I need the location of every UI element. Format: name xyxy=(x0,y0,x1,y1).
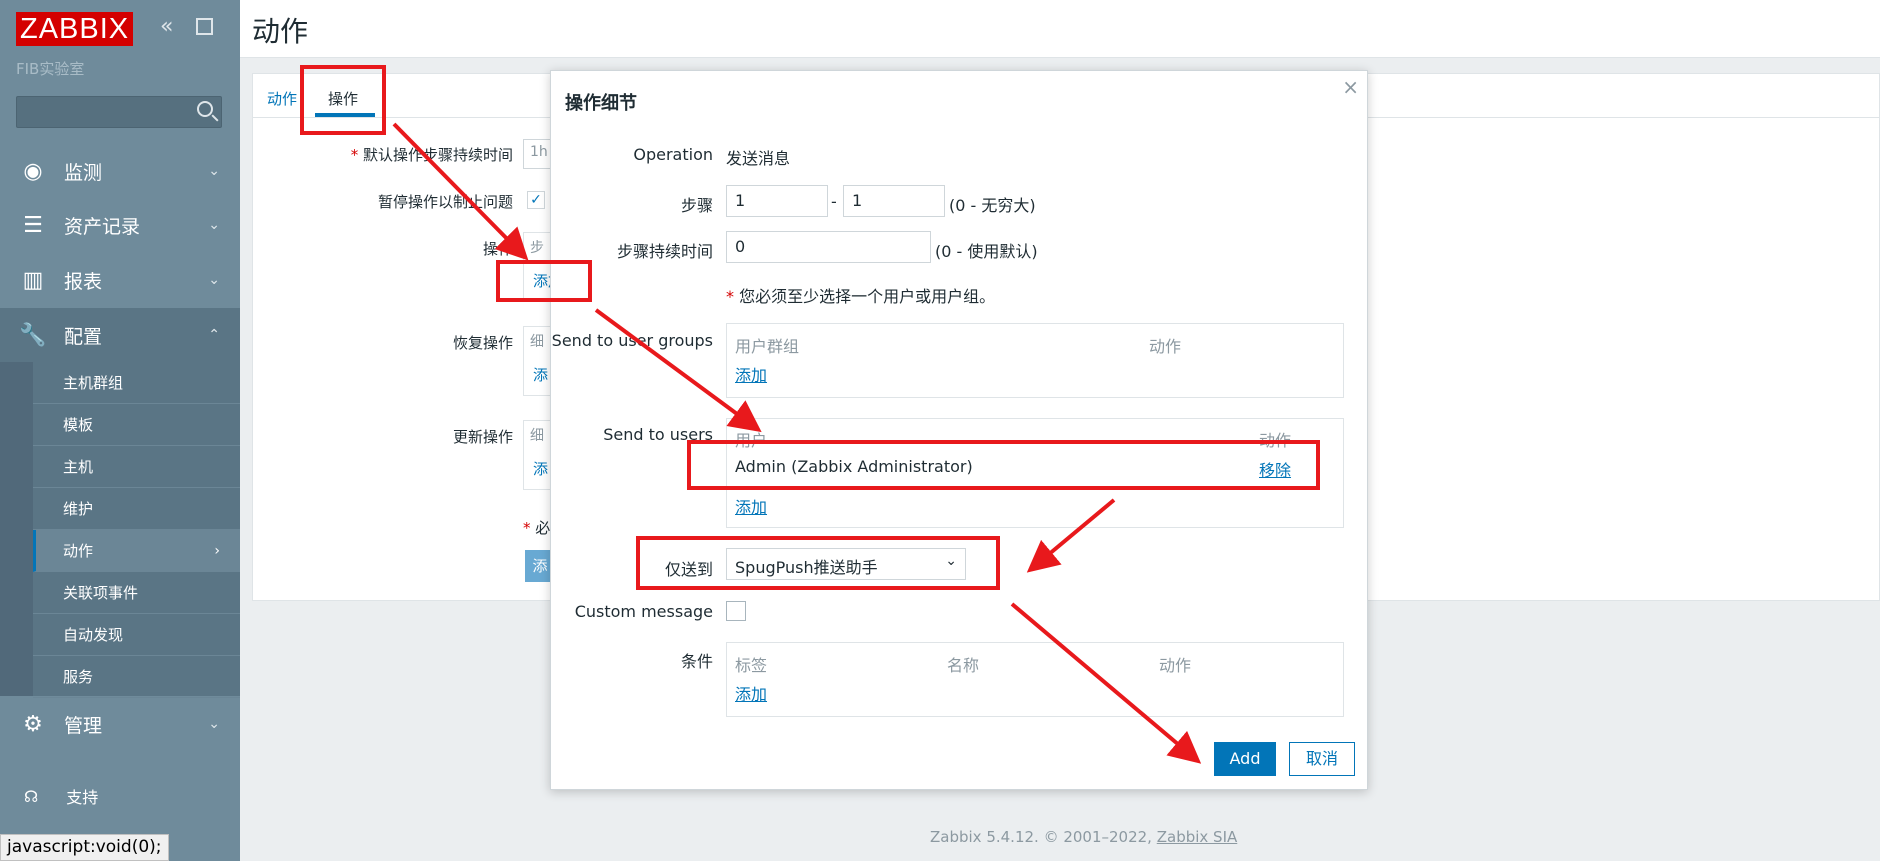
zabbix-logo[interactable]: ZABBIX xyxy=(16,12,134,46)
menu-label: 监测 xyxy=(64,161,103,184)
chevron-down-icon: ⌄ xyxy=(208,272,220,288)
recovery-add-link[interactable]: 添 xyxy=(533,364,548,385)
dialog-title: 操作细节 xyxy=(565,93,637,114)
headset-icon: ☊ xyxy=(24,786,39,806)
pause-label: 暂停操作以制止问题 xyxy=(377,193,513,211)
user-groups-add-link[interactable]: 添加 xyxy=(735,362,767,386)
update-add-link[interactable]: 添 xyxy=(533,458,548,479)
steps-separator: - xyxy=(831,192,837,211)
wrench-icon: 🔧 xyxy=(19,322,47,348)
annotation-box-operations-tab xyxy=(300,65,386,135)
steps-from-input[interactable]: 1 xyxy=(726,185,828,217)
kiosk-mode-icon[interactable] xyxy=(196,18,213,35)
submenu-item-label: 动作 xyxy=(63,542,94,560)
footer: Zabbix 5.4.12. © 2001–2022, Zabbix SIA xyxy=(930,828,1238,846)
support-link[interactable]: ☊ 支持 xyxy=(0,776,240,816)
chevron-down-icon: ⌄ xyxy=(208,163,220,179)
col-action: 动作 xyxy=(1149,337,1182,356)
steps-hint: (0 - 无穷大) xyxy=(949,196,1036,215)
submenu-item-host-groups[interactable]: 主机群组 xyxy=(33,362,240,404)
sidebar: ZABBIX « FIB实验室 ◉ 监测 ⌄ ☰ 资产记录 ⌄ ▥ 报表 ⌄ 🔧… xyxy=(0,0,240,861)
menu-label: 管理 xyxy=(64,714,103,737)
update-label: 更新操作 xyxy=(452,428,513,446)
step-duration-label: 步骤持续时间 xyxy=(616,242,713,261)
step-duration-hint: (0 - 使用默认) xyxy=(935,242,1038,261)
submenu-item-actions[interactable]: 动作 › xyxy=(33,530,240,572)
recovery-col-details: 细 xyxy=(530,334,544,350)
sidebar-search-input[interactable] xyxy=(16,96,222,128)
required-note: * 必 xyxy=(523,519,551,537)
collapse-icon[interactable]: « xyxy=(160,14,173,39)
add-button[interactable]: Add xyxy=(1214,742,1276,776)
col-user-group: 用户群组 xyxy=(735,337,800,356)
submenu-item-event-correlation[interactable]: 关联项事件 xyxy=(33,572,240,614)
custom-message-checkbox[interactable] xyxy=(726,601,746,621)
menu-item-monitoring[interactable]: ◉ 监测 ⌄ xyxy=(0,144,240,198)
annotation-box-add-link xyxy=(496,260,592,302)
footer-link[interactable]: Zabbix SIA xyxy=(1157,828,1238,846)
update-col-details: 细 xyxy=(530,428,544,444)
configuration-submenu: 主机群组 模板 主机 维护 动作 › 关联项事件 自动发现 服务 xyxy=(0,362,240,698)
recovery-label: 恢复操作 xyxy=(452,334,513,352)
col-tag: 标签 xyxy=(735,656,768,675)
update-table: 细 xyxy=(523,420,553,490)
bar-chart-icon: ▥ xyxy=(22,267,44,293)
col-name: 名称 xyxy=(947,656,980,675)
users-add-link[interactable]: 添加 xyxy=(735,494,767,518)
menu-item-reports[interactable]: ▥ 报表 ⌄ xyxy=(0,253,240,307)
annotation-box-user-row xyxy=(687,440,1320,490)
support-label: 支持 xyxy=(66,788,99,807)
submenu-item-services[interactable]: 服务 xyxy=(33,656,240,698)
cancel-button[interactable]: 取消 xyxy=(1289,742,1355,776)
menu-label: 报表 xyxy=(64,270,103,293)
operations-col-steps: 步 xyxy=(530,240,544,256)
eye-icon: ◉ xyxy=(23,158,43,184)
user-groups-label: Send to user groups xyxy=(551,331,713,350)
page-header: 动作 xyxy=(240,0,1880,58)
steps-to-input[interactable]: 1 xyxy=(843,185,945,217)
menu-label: 资产记录 xyxy=(64,215,141,238)
tab-action[interactable]: 动作 xyxy=(267,88,297,109)
operations-label: 操作 xyxy=(482,240,513,258)
col-action: 动作 xyxy=(1159,656,1192,675)
user-groups-table: 用户群组 动作 添加 xyxy=(726,323,1344,398)
conditions-add-link[interactable]: 添加 xyxy=(735,681,767,705)
conditions-table: 标签 名称 动作 添加 xyxy=(726,642,1344,717)
annotation-box-send-only-to xyxy=(636,536,1000,590)
close-icon[interactable]: × xyxy=(1342,75,1359,99)
server-name: FIB实验室 xyxy=(16,60,85,78)
steps-label: 步骤 xyxy=(680,196,713,215)
chevron-up-icon: ⌃ xyxy=(208,327,220,343)
browser-status-bar: javascript:void(0); xyxy=(0,834,169,861)
menu-item-inventory[interactable]: ☰ 资产记录 ⌄ xyxy=(0,198,240,252)
submenu-item-maintenance[interactable]: 维护 xyxy=(33,488,240,530)
menu-item-administration[interactable]: ⚙ 管理 ⌄ xyxy=(0,697,240,751)
operation-label: Operation xyxy=(633,145,713,164)
conditions-label: 条件 xyxy=(680,652,713,671)
page-title: 动作 xyxy=(252,15,309,48)
submenu-item-hosts[interactable]: 主机 xyxy=(33,446,240,488)
step-duration-input[interactable]: 0 xyxy=(726,231,931,263)
search-icon[interactable] xyxy=(197,101,213,117)
list-icon: ☰ xyxy=(23,212,43,238)
chevron-down-icon: ⌄ xyxy=(208,217,220,233)
operation-details-dialog: 操作细节 × Operation 发送消息 步骤 1 - 1 (0 - 无穷大)… xyxy=(550,70,1368,790)
chevron-down-icon: ⌄ xyxy=(208,716,220,732)
cog-icon: ⚙ xyxy=(23,711,43,737)
recovery-table: 细 xyxy=(523,326,553,396)
custom-message-label: Custom message xyxy=(574,602,713,621)
chevron-right-icon: › xyxy=(214,542,220,559)
submenu-item-discovery[interactable]: 自动发现 xyxy=(33,614,240,656)
must-select-note: * 您必须至少选择一个用户或用户组。 xyxy=(726,287,996,306)
operation-value: 发送消息 xyxy=(726,149,791,168)
menu-label: 配置 xyxy=(64,325,103,348)
menu-item-configuration[interactable]: 🔧 配置 ⌃ xyxy=(0,308,240,362)
submenu-rail xyxy=(0,362,33,696)
pause-checkbox[interactable]: ✓ xyxy=(527,191,545,209)
submenu-item-templates[interactable]: 模板 xyxy=(33,404,240,446)
default-duration-label: * 默认操作步骤持续时间 xyxy=(350,146,513,164)
